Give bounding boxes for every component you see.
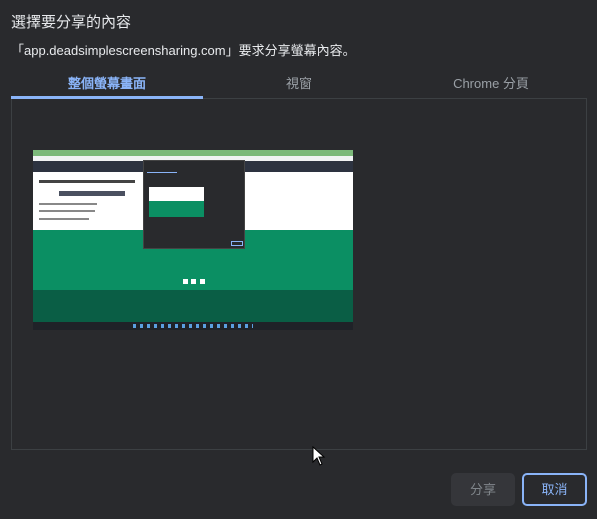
thumb-text (39, 203, 97, 205)
thumb-nested-button (231, 241, 243, 246)
thumb-nested-green (149, 201, 204, 217)
screen-thumbnail[interactable] (33, 150, 353, 330)
tab-chrome-tab[interactable]: Chrome 分頁 (395, 72, 587, 98)
thumb-icon (200, 279, 205, 284)
thumb-text (39, 218, 89, 220)
cancel-button[interactable]: 取消 (522, 473, 587, 506)
thumb-icon (191, 279, 196, 284)
thumb-taskbar-icons (133, 324, 253, 328)
thumb-nested-tab (147, 172, 177, 173)
thumb-text (39, 210, 95, 212)
thumb-url-box (59, 191, 125, 196)
thumb-heading (39, 180, 135, 183)
tab-window[interactable]: 視窗 (203, 72, 395, 98)
dialog-subtitle: 「app.deadsimplescreensharing.com」要求分享螢幕內… (11, 43, 356, 58)
thumb-share-dialog (143, 160, 245, 249)
thumb-dark-green-area (33, 290, 353, 322)
share-button[interactable]: 分享 (451, 473, 515, 506)
thumb-icon (183, 279, 188, 284)
tab-entire-screen[interactable]: 整個螢幕畫面 (11, 72, 203, 99)
source-tabs: 整個螢幕畫面 視窗 Chrome 分頁 (11, 72, 587, 99)
dialog-title: 選擇要分享的內容 (11, 14, 132, 31)
mouse-cursor-icon (312, 446, 326, 466)
screen-list-panel (11, 99, 587, 450)
